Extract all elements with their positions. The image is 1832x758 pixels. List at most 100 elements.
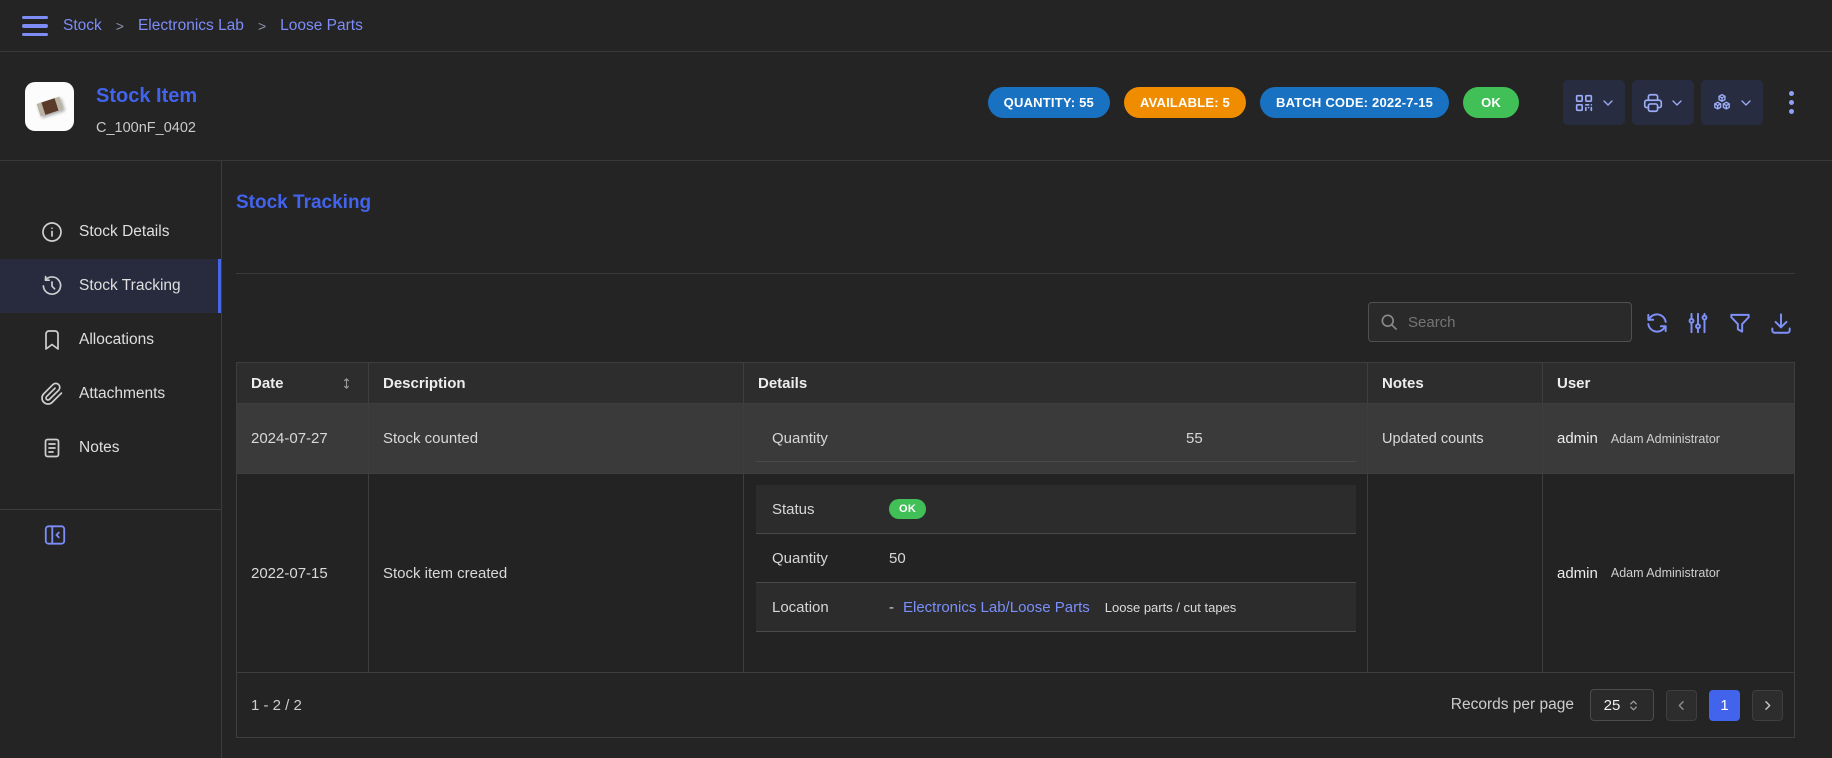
- location-dash: -: [889, 599, 894, 616]
- top-navbar: Stock > Electronics Lab > Loose Parts: [0, 0, 1832, 52]
- sidebar-item-label: Notes: [79, 439, 120, 457]
- capacitor-image: [36, 97, 63, 117]
- next-page-button[interactable]: [1752, 690, 1783, 721]
- history-icon: [40, 274, 64, 298]
- stock-item-page: Stock > Electronics Lab > Loose Parts St…: [0, 0, 1832, 758]
- breadcrumb-separator: >: [258, 18, 266, 34]
- sidebar-divider: [0, 509, 221, 510]
- stock-tracking-table: Date Description Details Notes User 2024…: [236, 362, 1795, 738]
- sidebar-item-allocations[interactable]: Allocations: [0, 313, 221, 367]
- username: admin: [1557, 565, 1598, 582]
- detail-row-location: Location - Electronics Lab/Loose Parts L…: [756, 583, 1356, 632]
- search-input[interactable]: [1408, 314, 1621, 331]
- part-thumbnail[interactable]: [25, 82, 74, 131]
- location-link[interactable]: Electronics Lab/Loose Parts: [903, 599, 1090, 616]
- cell-details: Status OK Quantity 50 Location - Electro…: [744, 474, 1368, 672]
- paperclip-icon: [40, 382, 64, 406]
- printer-icon: [1642, 92, 1664, 114]
- qrcode-icon: [1573, 92, 1595, 114]
- detail-row-quantity: Quantity 50: [756, 534, 1356, 583]
- bookmark-icon: [40, 328, 64, 352]
- table-row: 2024-07-27 Stock counted Quantity 55 Upd…: [237, 404, 1794, 474]
- cell-user: admin Adam Administrator: [1543, 474, 1796, 672]
- column-header-date[interactable]: Date: [237, 363, 369, 403]
- cell-date: 2024-07-27: [237, 404, 369, 473]
- print-actions-button[interactable]: [1632, 80, 1694, 125]
- sidebar-item-stock-tracking[interactable]: Stock Tracking: [0, 259, 221, 313]
- status-ok-badge: OK: [889, 499, 926, 519]
- status-badges: QUANTITY: 55 AVAILABLE: 5 BATCH CODE: 20…: [988, 87, 1519, 118]
- detail-value: 55: [1186, 430, 1203, 447]
- section-heading: Stock Tracking: [236, 192, 371, 214]
- sidebar-item-attachments[interactable]: Attachments: [0, 367, 221, 421]
- breadcrumb-stock[interactable]: Stock: [63, 17, 102, 35]
- username: admin: [1557, 430, 1598, 447]
- records-per-page-label: Records per page: [1451, 696, 1574, 714]
- cell-description: Stock item created: [369, 474, 744, 672]
- table-search: [1368, 302, 1632, 342]
- table-header-row: Date Description Details Notes User: [237, 363, 1794, 404]
- detail-label: Location: [756, 599, 889, 616]
- page-1-button[interactable]: 1: [1709, 690, 1740, 721]
- cell-notes: Updated counts: [1368, 404, 1543, 473]
- sidebar-collapse-button[interactable]: [42, 522, 68, 548]
- panel-collapse-icon: [42, 522, 68, 548]
- chevron-down-icon: [1600, 95, 1616, 111]
- record-range-label: 1 - 2 / 2: [251, 697, 302, 714]
- status-ok-badge: OK: [1463, 87, 1519, 118]
- user-fullname: Adam Administrator: [1611, 566, 1720, 580]
- chevron-down-icon: [1738, 95, 1754, 111]
- column-header-description: Description: [369, 363, 744, 403]
- page-title: Stock Item: [96, 85, 197, 108]
- available-badge: AVAILABLE: 5: [1124, 87, 1246, 118]
- stock-actions-button[interactable]: [1701, 80, 1763, 125]
- download-icon[interactable]: [1768, 310, 1794, 336]
- page-header: Stock Item C_100nF_0402 QUANTITY: 55 AVA…: [0, 52, 1832, 161]
- cell-details: Quantity 55: [744, 404, 1368, 473]
- part-name: C_100nF_0402: [96, 120, 196, 136]
- detail-label: Quantity: [756, 550, 889, 567]
- user-fullname: Adam Administrator: [1611, 432, 1720, 446]
- cell-description: Stock counted: [369, 404, 744, 473]
- detail-row-status: Status OK: [756, 485, 1356, 534]
- quantity-badge: QUANTITY: 55: [988, 87, 1110, 118]
- column-header-user: User: [1543, 363, 1796, 403]
- search-icon: [1379, 312, 1399, 332]
- sidebar: Stock Details Stock Tracking Allocations…: [0, 161, 222, 758]
- chevron-right-icon: [1760, 698, 1775, 713]
- action-buttons: [1563, 80, 1802, 125]
- cell-date: 2022-07-15: [237, 474, 369, 672]
- main-panel: Stock Tracking Date Description Details …: [222, 161, 1832, 758]
- sidebar-item-notes[interactable]: Notes: [0, 421, 221, 475]
- filter-icon[interactable]: [1727, 310, 1753, 336]
- info-icon: [40, 220, 64, 244]
- refresh-icon[interactable]: [1644, 310, 1670, 336]
- sidebar-item-label: Stock Details: [79, 223, 169, 241]
- sidebar-item-label: Stock Tracking: [79, 277, 181, 295]
- sort-icon: [339, 376, 354, 391]
- detail-row-quantity: Quantity 55: [756, 415, 1356, 462]
- detail-value: 50: [889, 550, 906, 567]
- heading-divider: [236, 273, 1795, 274]
- header-actions: QUANTITY: 55 AVAILABLE: 5 BATCH CODE: 20…: [988, 80, 1802, 125]
- breadcrumb-loose-parts[interactable]: Loose Parts: [280, 17, 363, 35]
- barcode-actions-button[interactable]: [1563, 80, 1625, 125]
- breadcrumb-separator: >: [116, 18, 124, 34]
- selector-icon: [1627, 699, 1640, 712]
- detail-label: Status: [756, 501, 889, 518]
- records-per-page-select[interactable]: 25: [1590, 689, 1654, 721]
- breadcrumb-electronics-lab[interactable]: Electronics Lab: [138, 17, 244, 35]
- hamburger-menu-icon[interactable]: [22, 14, 48, 38]
- column-header-notes: Notes: [1368, 363, 1543, 403]
- table-row: 2022-07-15 Stock item created Status OK …: [237, 474, 1794, 673]
- column-header-details: Details: [744, 363, 1368, 403]
- batch-code-badge: BATCH CODE: 2022-7-15: [1260, 87, 1449, 118]
- chevron-down-icon: [1669, 95, 1685, 111]
- previous-page-button[interactable]: [1666, 690, 1697, 721]
- sidebar-item-label: Attachments: [79, 385, 165, 403]
- more-options-button[interactable]: [1780, 80, 1802, 125]
- sidebar-item-stock-details[interactable]: Stock Details: [0, 205, 221, 259]
- breadcrumb: Stock > Electronics Lab > Loose Parts: [63, 0, 363, 52]
- cell-notes: [1368, 474, 1543, 672]
- column-settings-icon[interactable]: [1685, 310, 1711, 336]
